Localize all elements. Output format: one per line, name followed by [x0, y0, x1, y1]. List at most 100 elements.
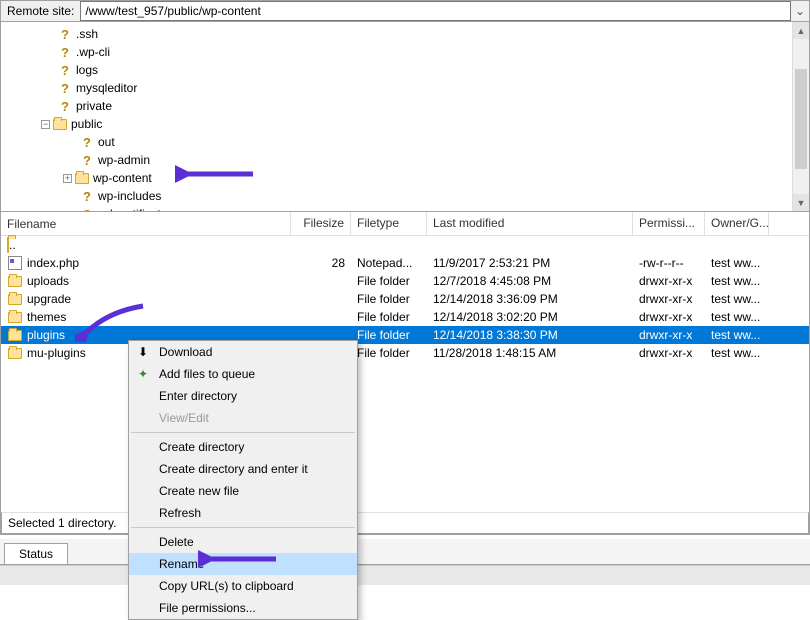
lastmodified: 11/28/2018 1:48:15 AM — [427, 346, 633, 360]
tree-item-ssl-certificates[interactable]: ?ssl.certificates — [41, 205, 809, 212]
tree-item--wp-cli[interactable]: ?.wp-cli — [41, 43, 809, 61]
owner: test ww... — [705, 310, 769, 324]
filename: mu-plugins — [27, 346, 86, 360]
filename: themes — [27, 310, 66, 324]
file-list-panel: Filename Filesize Filetype Last modified… — [0, 212, 810, 535]
owner: test ww... — [705, 292, 769, 306]
download-icon: ⬇ — [135, 344, 151, 360]
annotation-arrow — [198, 548, 278, 570]
unknown-icon: ? — [57, 80, 73, 96]
col-owner[interactable]: Owner/G... — [705, 212, 769, 235]
tree-item-wp-includes[interactable]: ?wp-includes — [41, 187, 809, 205]
annotation-arrow — [175, 163, 255, 185]
lastmodified: 12/14/2018 3:38:30 PM — [427, 328, 633, 342]
unknown-icon: ? — [79, 134, 95, 150]
permissions: drwxr-xr-x — [633, 292, 705, 306]
php-file-icon — [7, 255, 23, 271]
folder-icon — [7, 291, 23, 307]
ctx-refresh[interactable]: Refresh — [129, 502, 357, 524]
folder-icon — [7, 309, 23, 325]
filename: plugins — [27, 328, 65, 342]
ctx-file-permissions[interactable]: File permissions... — [129, 597, 357, 619]
lastmodified: 12/14/2018 3:36:09 PM — [427, 292, 633, 306]
owner: test ww... — [705, 328, 769, 342]
annotation-arrow — [75, 302, 145, 342]
tree-item-private[interactable]: ?private — [41, 97, 809, 115]
tree-item-wp-admin[interactable]: ?wp-admin — [41, 151, 809, 169]
file-row-uploads[interactable]: uploads File folder12/7/2018 4:45:08 PMdr… — [1, 272, 809, 290]
tree-label: wp-content — [93, 171, 152, 185]
ctx-add-queue[interactable]: ✦Add files to queue — [129, 363, 357, 385]
tree-item-mysqleditor[interactable]: ?mysqleditor — [41, 79, 809, 97]
tree-label: wp-includes — [98, 189, 161, 203]
permissions: drwxr-xr-x — [633, 346, 705, 360]
col-filename[interactable]: Filename — [1, 212, 291, 235]
filetype: File folder — [351, 274, 427, 288]
list-header: Filename Filesize Filetype Last modified… — [1, 212, 809, 236]
filename: uploads — [27, 274, 69, 288]
owner: test ww... — [705, 256, 769, 270]
tab-status[interactable]: Status — [4, 543, 68, 564]
tree-item-out[interactable]: ?out — [41, 133, 809, 151]
queue-icon: ✦ — [135, 366, 151, 382]
col-lastmodified[interactable]: Last modified — [427, 212, 633, 235]
ctx-enter-dir[interactable]: Enter directory — [129, 385, 357, 407]
filetype: File folder — [351, 328, 427, 342]
remote-tree-panel: ?.ssh?.wp-cli?logs?mysqleditor?private−p… — [0, 22, 810, 212]
folder-icon — [74, 170, 90, 186]
tree-scrollbar[interactable]: ▲▼ — [792, 22, 809, 211]
bottom-tab-bar: Status — [0, 539, 810, 565]
lastmodified: 12/14/2018 3:02:20 PM — [427, 310, 633, 324]
owner: test ww... — [705, 274, 769, 288]
col-permissions[interactable]: Permissi... — [633, 212, 705, 235]
lastmodified: 12/7/2018 4:45:08 PM — [427, 274, 633, 288]
tree-item-public[interactable]: −public — [41, 115, 809, 133]
ctx-view-edit: View/Edit — [129, 407, 357, 429]
path-dropdown-icon[interactable]: ⌄ — [791, 4, 809, 18]
folder-icon — [7, 345, 23, 361]
folder-icon — [7, 327, 23, 343]
file-row-mu-plugins[interactable]: mu-plugins File folder11/28/2018 1:48:15 … — [1, 344, 809, 362]
filename: upgrade — [27, 292, 71, 306]
permissions: drwxr-xr-x — [633, 328, 705, 342]
permissions: drwxr-xr-x — [633, 310, 705, 324]
filetype: Notepad... — [351, 256, 427, 270]
unknown-icon: ? — [79, 188, 95, 204]
unknown-icon: ? — [57, 98, 73, 114]
col-filetype[interactable]: Filetype — [351, 212, 427, 235]
ctx-create-file[interactable]: Create new file — [129, 480, 357, 502]
folder-icon — [7, 273, 23, 289]
folder-icon — [52, 116, 68, 132]
remote-site-label: Remote site: — [1, 4, 80, 18]
status-text: Selected 1 directory. — [8, 516, 117, 530]
filetype: File folder — [351, 346, 427, 360]
status-line: Selected 1 directory. — [1, 512, 809, 534]
ctx-create-dir-enter[interactable]: Create directory and enter it — [129, 458, 357, 480]
tree-label: .wp-cli — [76, 45, 110, 59]
remote-site-bar: Remote site: ⌄ — [0, 0, 810, 22]
unknown-icon: ? — [57, 44, 73, 60]
col-filesize[interactable]: Filesize — [291, 212, 351, 235]
tree-item-wp-content[interactable]: +wp-content — [41, 169, 809, 187]
remote-path-input[interactable] — [80, 1, 791, 21]
permissions: drwxr-xr-x — [633, 274, 705, 288]
tree-item--ssh[interactable]: ?.ssh — [41, 25, 809, 43]
ctx-create-dir[interactable]: Create directory — [129, 436, 357, 458]
owner: test ww... — [705, 346, 769, 360]
context-menu: ⬇Download ✦Add files to queue Enter dire… — [128, 340, 358, 620]
filetype: File folder — [351, 310, 427, 324]
parent-dir-row[interactable]: .. — [1, 236, 809, 254]
tree-label: wp-admin — [98, 153, 150, 167]
unknown-icon: ? — [57, 26, 73, 42]
filesize: 28 — [291, 256, 351, 270]
tree-item-logs[interactable]: ?logs — [41, 61, 809, 79]
permissions: -rw-r--r-- — [633, 256, 705, 270]
unknown-icon: ? — [79, 152, 95, 168]
ctx-download[interactable]: ⬇Download — [129, 341, 357, 363]
tree-label: private — [76, 99, 112, 113]
tree-label: logs — [76, 63, 98, 77]
tree-label: out — [98, 135, 115, 149]
ctx-copy-url[interactable]: Copy URL(s) to clipboard — [129, 575, 357, 597]
lastmodified: 11/9/2017 2:53:21 PM — [427, 256, 633, 270]
file-row-index-php[interactable]: index.php28Notepad...11/9/2017 2:53:21 P… — [1, 254, 809, 272]
